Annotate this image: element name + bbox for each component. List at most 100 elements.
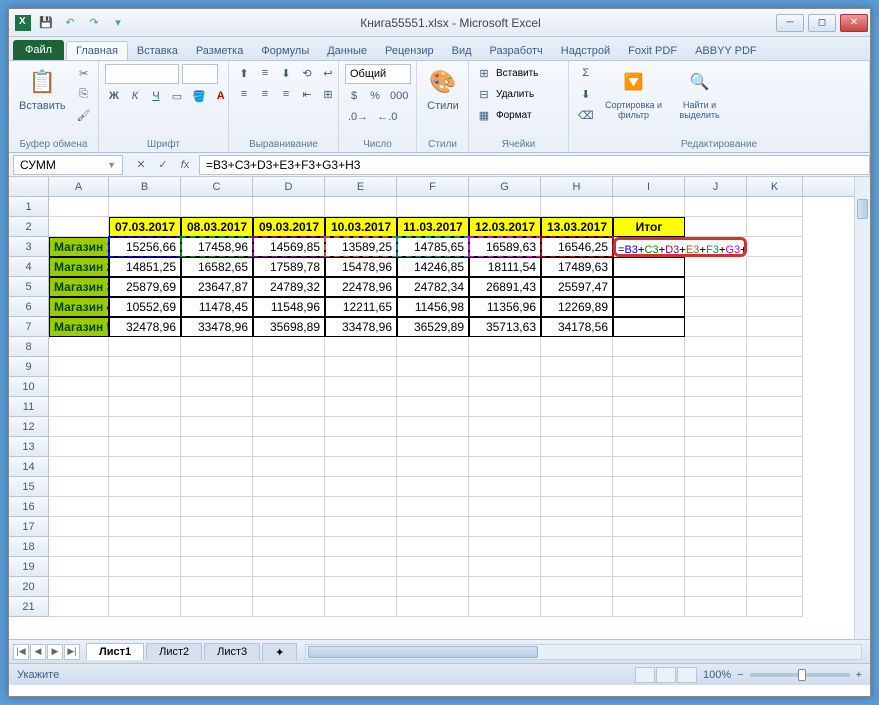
align-bottom-button[interactable]: ⬇	[277, 64, 295, 82]
cell-F20[interactable]	[397, 577, 469, 597]
cell-F4[interactable]: 14246,85	[397, 257, 469, 277]
column-header-I[interactable]: I	[613, 177, 685, 196]
select-all-corner[interactable]	[9, 177, 49, 196]
cell-D2[interactable]: 09.03.2017	[253, 217, 325, 237]
orientation-button[interactable]: ⟲	[298, 64, 316, 82]
cell-E21[interactable]	[325, 597, 397, 617]
row-header-13[interactable]: 13	[9, 437, 49, 457]
cell-D19[interactable]	[253, 557, 325, 577]
sheet-tab-3[interactable]: Лист3	[204, 643, 260, 660]
tab-addins[interactable]: Надстрой	[552, 42, 619, 60]
cell-K1[interactable]	[747, 197, 803, 217]
cell-J17[interactable]	[685, 517, 747, 537]
cell-G19[interactable]	[469, 557, 541, 577]
column-header-H[interactable]: H	[541, 177, 613, 196]
row-header-6[interactable]: 6	[9, 297, 49, 317]
cell-J15[interactable]	[685, 477, 747, 497]
clear-button[interactable]: ⌫	[575, 106, 597, 124]
column-header-K[interactable]: K	[747, 177, 803, 196]
cell-H16[interactable]	[541, 497, 613, 517]
cell-E2[interactable]: 10.03.2017	[325, 217, 397, 237]
cell-H8[interactable]	[541, 337, 613, 357]
cell-C4[interactable]: 16582,65	[181, 257, 253, 277]
percent-button[interactable]: %	[366, 87, 384, 105]
cell-H21[interactable]	[541, 597, 613, 617]
cell-D14[interactable]	[253, 457, 325, 477]
cell-D9[interactable]	[253, 357, 325, 377]
cell-G13[interactable]	[469, 437, 541, 457]
cell-A19[interactable]	[49, 557, 109, 577]
cell-D6[interactable]: 11548,96	[253, 297, 325, 317]
cell-E12[interactable]	[325, 417, 397, 437]
cell-D4[interactable]: 17589,78	[253, 257, 325, 277]
increase-decimal-button[interactable]: .0→	[345, 108, 371, 126]
delete-cells-button[interactable]: ⊟	[475, 85, 493, 103]
cell-A15[interactable]	[49, 477, 109, 497]
cell-I11[interactable]	[613, 397, 685, 417]
bold-button[interactable]: Ж	[105, 87, 123, 105]
zoom-in-button[interactable]: +	[856, 669, 862, 681]
cell-I6[interactable]	[613, 297, 685, 317]
tab-abbyy[interactable]: ABBYY PDF	[686, 42, 766, 60]
cell-H12[interactable]	[541, 417, 613, 437]
cell-E19[interactable]	[325, 557, 397, 577]
cell-J1[interactable]	[685, 197, 747, 217]
cell-K4[interactable]	[747, 257, 803, 277]
tab-foxit[interactable]: Foxit PDF	[619, 42, 686, 60]
cell-E13[interactable]	[325, 437, 397, 457]
cell-D10[interactable]	[253, 377, 325, 397]
cell-A18[interactable]	[49, 537, 109, 557]
column-header-J[interactable]: J	[685, 177, 747, 196]
cell-D11[interactable]	[253, 397, 325, 417]
cell-I12[interactable]	[613, 417, 685, 437]
cell-G14[interactable]	[469, 457, 541, 477]
cell-D7[interactable]: 35698,89	[253, 317, 325, 337]
cell-E16[interactable]	[325, 497, 397, 517]
name-box[interactable]: СУММ ▼	[13, 155, 123, 175]
cell-J18[interactable]	[685, 537, 747, 557]
cell-I2[interactable]: Итог	[613, 217, 685, 237]
fx-button[interactable]: fx	[175, 156, 195, 174]
tab-file[interactable]: Файл	[13, 40, 64, 60]
cell-B8[interactable]	[109, 337, 181, 357]
cell-D5[interactable]: 24789,32	[253, 277, 325, 297]
cell-I1[interactable]	[613, 197, 685, 217]
cell-H9[interactable]	[541, 357, 613, 377]
cell-F17[interactable]	[397, 517, 469, 537]
cell-F6[interactable]: 11456,98	[397, 297, 469, 317]
styles-button[interactable]: 🎨 Стили	[423, 64, 463, 114]
format-cells-button[interactable]: ▦	[475, 106, 493, 124]
cell-D20[interactable]	[253, 577, 325, 597]
cell-F14[interactable]	[397, 457, 469, 477]
row-header-14[interactable]: 14	[9, 457, 49, 477]
tab-formulas[interactable]: Формулы	[252, 42, 318, 60]
cell-A4[interactable]: Магазин 2	[49, 257, 109, 277]
qat-redo[interactable]: ↷	[85, 14, 103, 32]
cell-G1[interactable]	[469, 197, 541, 217]
cell-K5[interactable]	[747, 277, 803, 297]
align-center-button[interactable]: ≡	[256, 85, 274, 103]
cell-K6[interactable]	[747, 297, 803, 317]
sort-filter-button[interactable]: 🔽 Сортировка и фильтр	[601, 64, 667, 122]
horizontal-scrollbar[interactable]	[305, 644, 862, 660]
row-header-18[interactable]: 18	[9, 537, 49, 557]
decrease-decimal-button[interactable]: ←.0	[374, 108, 400, 126]
page-break-view-button[interactable]	[677, 667, 697, 683]
cell-K2[interactable]	[747, 217, 803, 237]
tab-layout[interactable]: Разметка	[187, 42, 253, 60]
row-header-11[interactable]: 11	[9, 397, 49, 417]
cell-A3[interactable]: Магазин 1	[49, 237, 109, 257]
tab-nav-prev[interactable]: ◀	[30, 644, 46, 660]
font-color-button[interactable]: А	[212, 87, 230, 105]
paste-button[interactable]: 📋 Вставить	[15, 64, 70, 114]
row-header-8[interactable]: 8	[9, 337, 49, 357]
zoom-out-button[interactable]: −	[737, 669, 743, 681]
cell-K16[interactable]	[747, 497, 803, 517]
column-header-A[interactable]: A	[49, 177, 109, 196]
cell-H3[interactable]: 16546,25	[541, 237, 613, 257]
row-header-4[interactable]: 4	[9, 257, 49, 277]
tab-data[interactable]: Данные	[318, 42, 376, 60]
cell-J20[interactable]	[685, 577, 747, 597]
currency-button[interactable]: $	[345, 87, 363, 105]
cell-D1[interactable]	[253, 197, 325, 217]
